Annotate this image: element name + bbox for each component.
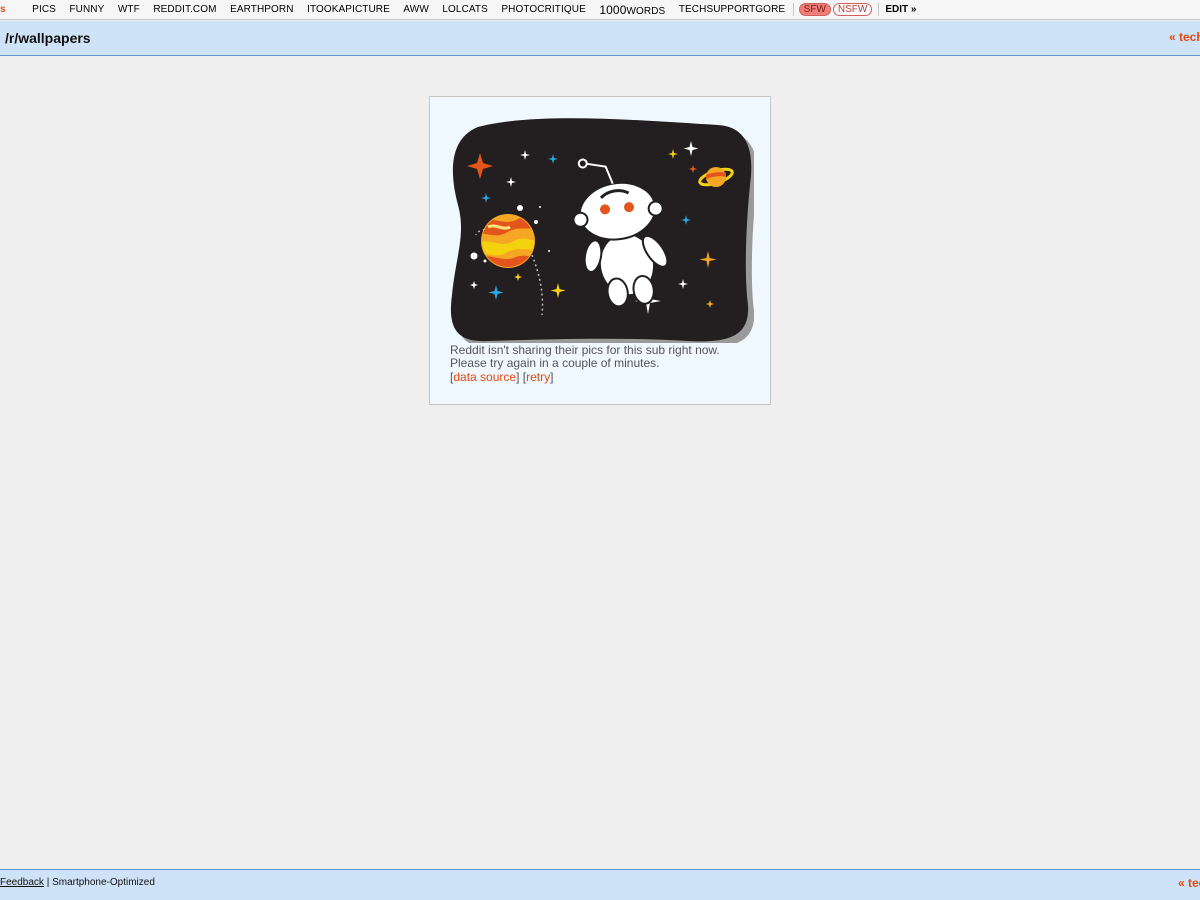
subreddit-link-photocritique[interactable]: PHOTOCRITIQUE [501,4,585,15]
subreddit-1000words-suffix: WORDS [626,5,666,17]
previous-subreddit-link[interactable]: « tech [1169,30,1200,44]
footer-links: Feedback | Smartphone-Optimized [0,877,155,888]
subreddit-link-1000words[interactable]: 1000WORDS [599,3,665,17]
subreddit-link-wtf[interactable]: WTF [118,4,140,15]
footer-previous-subreddit-link[interactable]: « tech [1178,876,1200,890]
subreddit-link-earthporn[interactable]: EARTHPORN [230,4,294,15]
divider [792,3,794,16]
sfw-toggle[interactable]: SFW [798,3,831,16]
reddit-alien-space-illustration [450,118,754,343]
subreddit-link-aww[interactable]: AWW [403,4,428,15]
divider [878,3,880,16]
error-message-line-2: Please try again in a couple of minutes. [450,356,660,370]
subreddit-link-truncated[interactable]: s [0,4,6,15]
retry-link[interactable]: retry [526,370,550,384]
subreddit-link-techsupportgore[interactable]: TECHSUPPORTGORE [679,4,785,15]
subreddit-link-funny[interactable]: FUNNY [69,4,104,15]
page-header: /r/wallpapers « tech [0,21,1200,56]
page-title: /r/wallpapers [5,30,91,46]
nsfw-toggle[interactable]: NSFW [832,3,873,16]
error-actions: [data source] [retry] [450,370,554,384]
page-footer: Feedback | Smartphone-Optimized « tech [0,869,1200,900]
subreddit-link-reddit-com[interactable]: REDDIT.COM [153,4,216,15]
error-card: Reddit isn't sharing their pics for this… [429,96,771,405]
subreddit-1000words-number: 1000 [599,2,627,17]
subreddit-bar: s PICS FUNNY WTF REDDIT.COM EARTHPORN IT… [0,0,1200,20]
footer-separator: | [43,877,53,888]
subreddit-link-lolcats[interactable]: LOLCATS [442,4,488,15]
smartphone-optimized-label: Smartphone-Optimized [52,877,155,888]
feedback-link[interactable]: Feedback [0,877,44,888]
subreddit-link-itookapicture[interactable]: ITOOKAPICTURE [307,4,390,15]
subreddit-link-pics[interactable]: PICS [32,4,56,15]
edit-subreddits-button[interactable]: EDIT » [885,4,916,15]
data-source-link[interactable]: data source [453,370,516,384]
error-message: Reddit isn't sharing their pics for this… [450,344,750,370]
